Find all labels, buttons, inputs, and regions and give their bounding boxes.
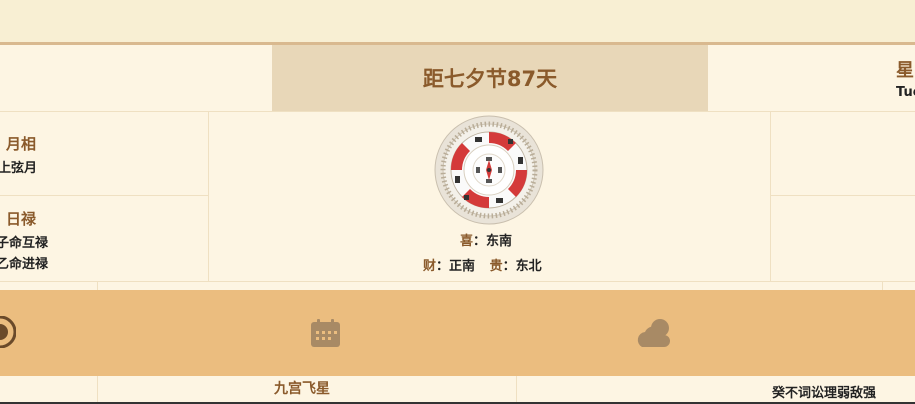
day-lu-line2: 乙命进禄 bbox=[0, 257, 49, 272]
cai-label: 财 bbox=[423, 259, 437, 274]
separator: ： bbox=[502, 259, 516, 274]
moon-phase-icon[interactable] bbox=[0, 316, 16, 348]
countdown-text: 距七夕节87天 bbox=[422, 67, 558, 91]
cai-value: 正南 bbox=[449, 259, 476, 274]
direction-xi: 喜：东南 bbox=[460, 230, 512, 249]
weather-icon[interactable] bbox=[636, 317, 672, 349]
grid-divider bbox=[882, 281, 883, 290]
day-lu-line1: 子命互禄 bbox=[0, 236, 49, 251]
separator: ： bbox=[473, 234, 487, 249]
direction-cai-gui: 财：正南 贵：东北 bbox=[423, 255, 542, 274]
compass-icon[interactable] bbox=[434, 115, 544, 225]
icon-toolbar bbox=[0, 290, 915, 376]
grid-divider bbox=[770, 195, 915, 196]
xi-value: 东南 bbox=[486, 234, 513, 249]
top-header-bar bbox=[0, 0, 915, 42]
nine-palace-title[interactable]: 九宫飞星 bbox=[274, 378, 330, 398]
grid-divider bbox=[208, 111, 209, 281]
calendar-icon[interactable] bbox=[310, 318, 341, 348]
gui-value: 东北 bbox=[515, 259, 542, 274]
moon-phase-value: 上弦月 bbox=[0, 161, 38, 176]
festival-countdown[interactable]: 距七夕节87天 bbox=[272, 45, 708, 111]
peng-zu-taboo: 癸不词讼理弱敌强 bbox=[772, 386, 877, 401]
grid-divider bbox=[770, 111, 771, 281]
grid-divider bbox=[0, 281, 915, 282]
weekday-label: 星 bbox=[896, 60, 914, 81]
grid-divider bbox=[97, 281, 98, 290]
grid-divider bbox=[97, 376, 98, 404]
grid-divider bbox=[516, 376, 517, 404]
xi-label: 喜 bbox=[460, 234, 474, 249]
moon-phase-label: 月相 bbox=[6, 135, 37, 153]
day-lu-label: 日禄 bbox=[6, 210, 37, 228]
separator: ： bbox=[436, 259, 450, 274]
grid-divider bbox=[0, 195, 208, 196]
weekday-english: Tue bbox=[896, 85, 915, 100]
gui-label: 贵 bbox=[489, 259, 503, 274]
